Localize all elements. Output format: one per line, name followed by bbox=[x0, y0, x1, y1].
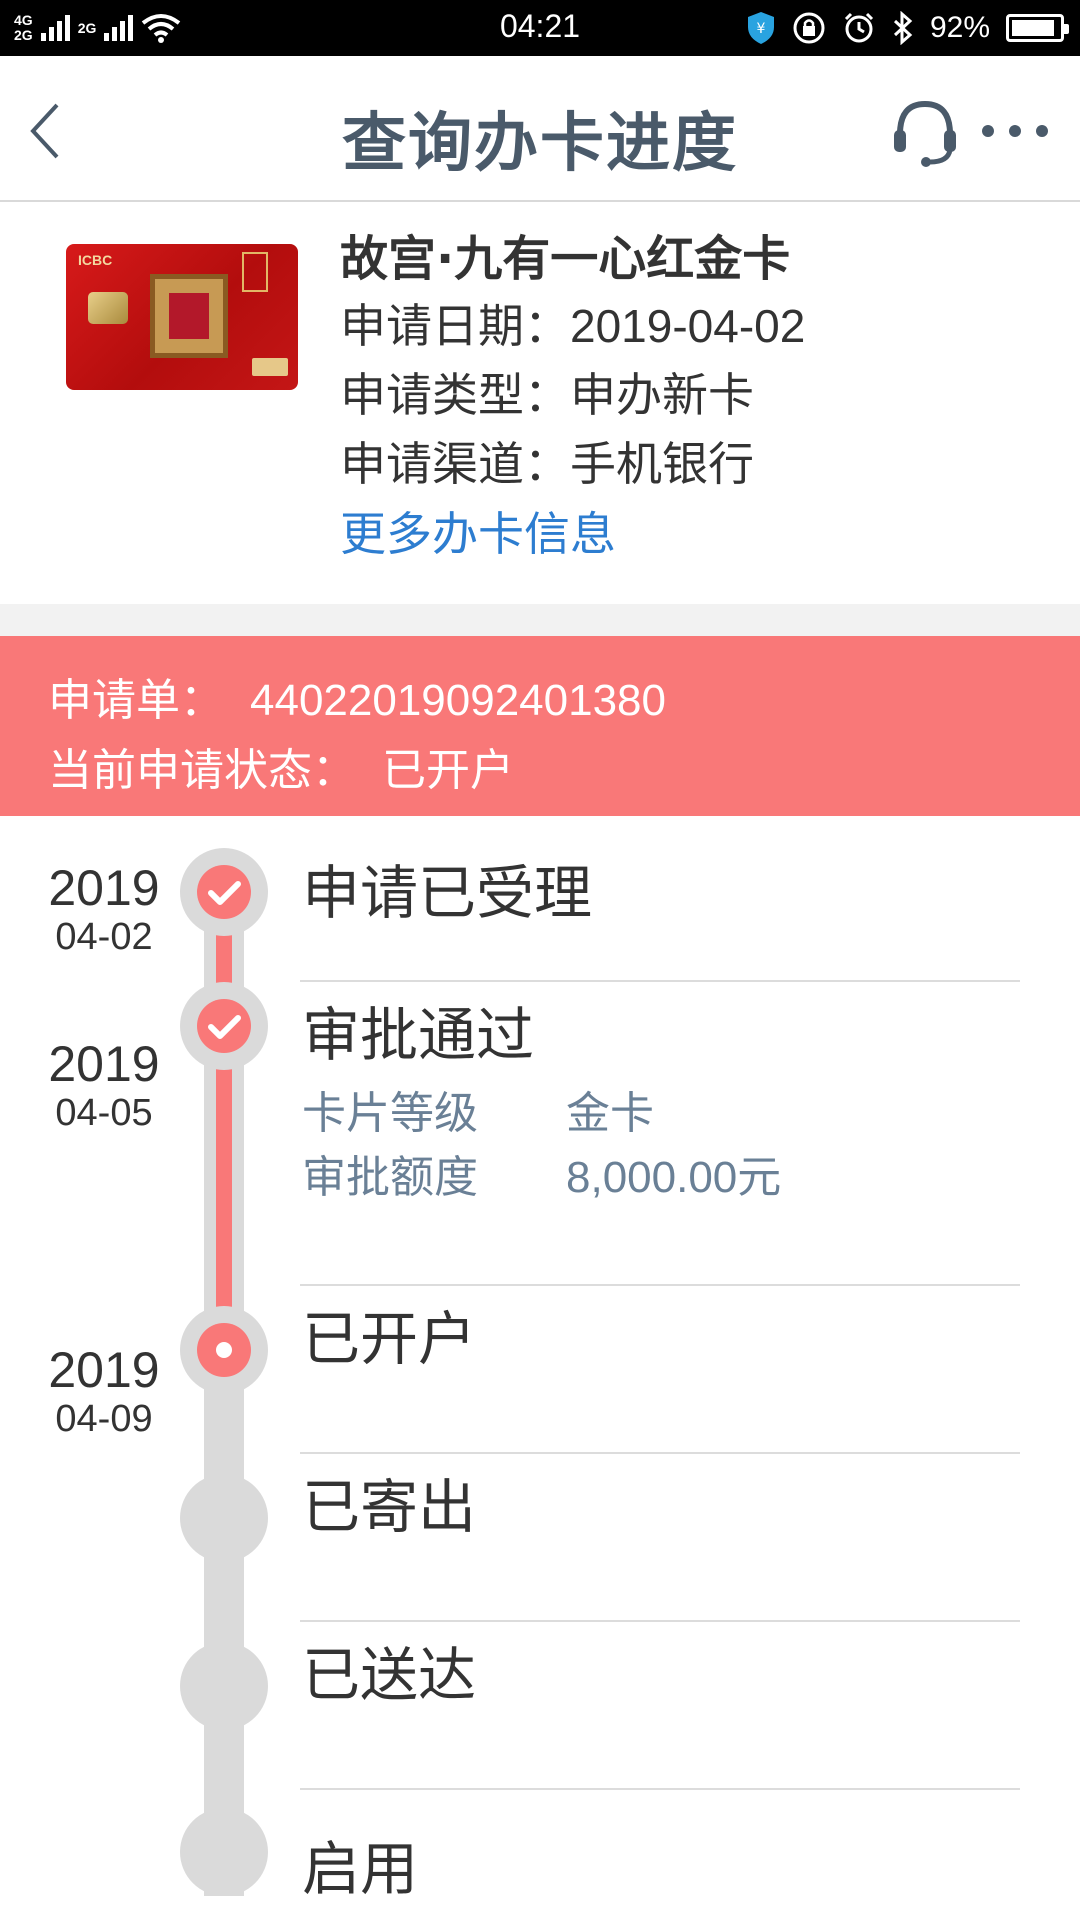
credit-card-image: ICBC bbox=[66, 244, 298, 390]
card-level-label: 卡片等级 bbox=[302, 1088, 478, 1139]
battery-percent: 92% bbox=[929, 11, 990, 44]
card-chip bbox=[88, 292, 128, 324]
lock-rotation-icon bbox=[793, 12, 825, 44]
check-icon bbox=[208, 881, 241, 905]
battery-icon bbox=[1006, 14, 1069, 42]
apply-date-value: 2019-04-02 bbox=[570, 300, 806, 352]
card-level-value: 金卡 bbox=[566, 1089, 654, 1138]
apply-date-row: 申请日期： 2019-04-02 bbox=[340, 292, 805, 361]
more-options-button[interactable] bbox=[982, 106, 1048, 156]
application-status-row: 当前申请状态： 已开户 bbox=[48, 736, 1080, 806]
apply-channel-label: 申请渠道： bbox=[340, 437, 570, 491]
step-node-done bbox=[180, 982, 268, 1070]
credit-limit-value: 8,000.00元 bbox=[566, 1153, 782, 1202]
step-date: 2019 04-02 bbox=[48, 860, 160, 958]
step-node-pending bbox=[180, 1474, 268, 1562]
apply-type-value: 申办新卡 bbox=[570, 368, 754, 422]
top-nav-bar: 查询办卡进度 bbox=[0, 56, 1080, 202]
more-card-info-link[interactable]: 更多办卡信息 bbox=[340, 499, 805, 569]
bluetooth-icon bbox=[893, 11, 913, 45]
step-label: 已寄出 bbox=[302, 1473, 477, 1541]
apply-channel-value: 手机银行 bbox=[570, 437, 754, 491]
step-label: 申请已受理 bbox=[302, 859, 593, 927]
application-status-banner: 申请单： 44022019092401380 当前申请状态： 已开户 bbox=[0, 636, 1080, 816]
application-status-value: 已开户 bbox=[382, 745, 514, 796]
step-label: 启用 bbox=[302, 1835, 419, 1903]
application-number-row: 申请单： 44022019092401380 bbox=[48, 666, 1080, 736]
step-label: 已送达 bbox=[302, 1641, 477, 1709]
dot-icon bbox=[1009, 125, 1021, 137]
step-node-pending bbox=[180, 1808, 268, 1896]
apply-channel-row: 申请渠道： 手机银行 bbox=[340, 430, 805, 499]
headset-icon bbox=[894, 100, 956, 167]
card-decoration bbox=[242, 252, 268, 292]
progress-timeline: 2019 04-02 申请已受理 2019 04-05 审批通过 卡片等级 金卡… bbox=[0, 816, 1080, 1920]
card-network-logo bbox=[252, 358, 288, 376]
card-emblem bbox=[150, 274, 228, 358]
status-bar: 4G 2G 2G 04:21 ¥ 92% bbox=[0, 0, 1080, 56]
card-info: 故宫·九有一心红金卡 申请日期： 2019-04-02 申请类型： 申办新卡 申… bbox=[340, 226, 805, 569]
apply-type-row: 申请类型： 申办新卡 bbox=[340, 361, 805, 430]
dot-icon bbox=[1036, 125, 1048, 137]
card-name: 故宫·九有一心红金卡 bbox=[340, 231, 791, 287]
step-divider bbox=[300, 1452, 1020, 1454]
system-indicators: ¥ 92% bbox=[746, 8, 1069, 48]
step-divider bbox=[300, 1788, 1020, 1790]
approval-detail-row: 卡片等级 金卡 bbox=[302, 1082, 654, 1146]
shield-icon: ¥ bbox=[747, 12, 774, 44]
card-summary: ICBC 故宫·九有一心红金卡 申请日期： 2019-04-02 申请类型： 申… bbox=[0, 204, 1080, 604]
application-status-label: 当前申请状态： bbox=[48, 745, 356, 796]
alarm-icon bbox=[844, 12, 874, 43]
step-date: 2019 04-05 bbox=[48, 1036, 160, 1134]
step-date: 2019 04-09 bbox=[48, 1342, 160, 1440]
apply-type-label: 申请类型： bbox=[340, 368, 570, 422]
timeline-progress bbox=[216, 888, 232, 1352]
approval-detail-row: 审批额度 8,000.00元 bbox=[302, 1146, 781, 1210]
dot-icon bbox=[982, 125, 994, 137]
application-number-value: 44022019092401380 bbox=[250, 676, 667, 725]
bank-logo: ICBC bbox=[78, 252, 113, 268]
step-label: 已开户 bbox=[302, 1305, 477, 1373]
step-node-current bbox=[180, 1306, 268, 1394]
svg-text:¥: ¥ bbox=[756, 21, 765, 37]
step-label: 审批通过 bbox=[302, 1001, 535, 1069]
check-icon bbox=[208, 1015, 241, 1039]
step-divider bbox=[300, 980, 1020, 982]
step-node-pending bbox=[180, 1642, 268, 1730]
step-node-done bbox=[180, 848, 268, 936]
current-step-dot bbox=[216, 1342, 232, 1358]
section-divider bbox=[0, 604, 1080, 636]
application-number-label: 申请单： bbox=[48, 675, 224, 726]
credit-limit-label: 审批额度 bbox=[302, 1152, 478, 1203]
step-divider bbox=[300, 1620, 1020, 1622]
step-divider bbox=[300, 1284, 1020, 1286]
customer-service-button[interactable] bbox=[890, 96, 960, 168]
apply-date-label: 申请日期： bbox=[340, 299, 570, 353]
